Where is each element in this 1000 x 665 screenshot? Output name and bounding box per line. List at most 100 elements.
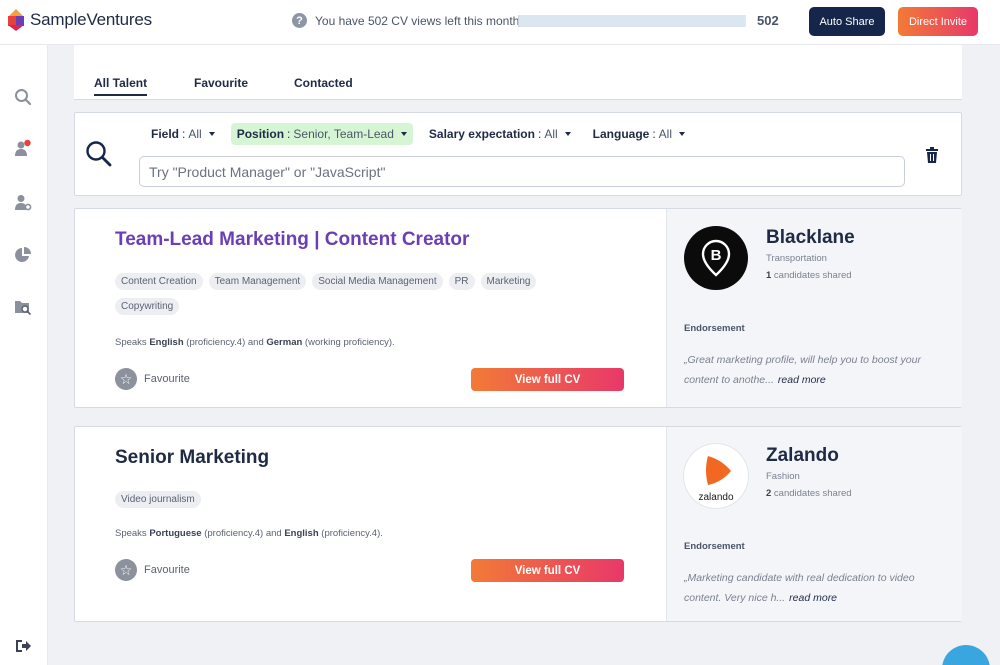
candidates-shared: 2 candidates shared (766, 488, 852, 499)
language-level: (working proficiency). (302, 337, 395, 348)
search-icon[interactable] (14, 88, 32, 106)
skill-tag: Team Management (208, 273, 307, 290)
talent-card-main: Senior Marketing Video journalism Speaks… (75, 427, 666, 621)
filter-position[interactable]: Position: Senior, Team-Lead (230, 123, 413, 145)
favourite-button[interactable]: ☆ Favourite (115, 559, 190, 581)
talent-card-main: Team-Lead Marketing | Content Creator Co… (75, 209, 666, 407)
skill-tag: PR (448, 273, 475, 290)
endorsement-label: Endorsement (684, 323, 745, 334)
zalando-logo: zalando (684, 444, 748, 508)
filter-salary-name: Salary expectation (428, 127, 535, 141)
filter-language-value: All (658, 127, 673, 141)
talent-card: Team-Lead Marketing | Content Creator Co… (74, 208, 962, 408)
favourite-button[interactable]: ☆ Favourite (115, 368, 190, 390)
filter-field[interactable]: Field: All (145, 123, 221, 145)
language-level: (proficiency.4) and (201, 528, 285, 539)
endorsement-label: Endorsement (684, 541, 745, 552)
logout-icon[interactable] (14, 637, 32, 655)
company-panel: zalando Zalando Fashion 2 candidates sha… (666, 427, 962, 621)
language-name: English (149, 337, 184, 348)
language-name: German (266, 337, 303, 348)
brand-logo-icon (8, 9, 24, 31)
languages-text: Speaks Portuguese (proficiency.4) and En… (115, 528, 383, 539)
star-icon: ☆ (115, 368, 137, 390)
tab-favourite[interactable]: Favourite (194, 76, 248, 90)
talent-card: Senior Marketing Video journalism Speaks… (74, 426, 962, 622)
view-cv-button[interactable]: View full CV (471, 368, 624, 391)
chevron-down-icon (679, 132, 686, 136)
shared-text: candidates shared (771, 488, 852, 499)
filter-salary-value: All (544, 127, 558, 141)
filter-panel: Field: All Position: Senior, Team-Lead S… (74, 112, 962, 196)
read-more-link[interactable]: read more (789, 592, 837, 604)
endorsement-text: „Great marketing profile, will help you … (684, 350, 934, 390)
languages-text: Speaks English (proficiency.4) and Germa… (115, 337, 395, 348)
speaks-prefix: Speaks (115, 337, 150, 348)
speaks-prefix: Speaks (115, 528, 150, 539)
brand-logo[interactable]: SampleVentures (8, 9, 152, 31)
endorsement-text: „Marketing candidate with real dedicatio… (684, 568, 934, 608)
candidates-shared: 1 candidates shared (766, 270, 852, 281)
user-settings-icon[interactable] (14, 193, 32, 211)
company-name[interactable]: Zalando (766, 445, 839, 467)
auto-share-button[interactable]: Auto Share (809, 7, 885, 36)
filter-language[interactable]: Language: All (587, 123, 691, 145)
direct-invite-button[interactable]: Direct Invite (898, 7, 978, 36)
blacklane-logo: B (684, 226, 748, 290)
top-bar: SampleVentures ? You have 502 CV views l… (0, 0, 1000, 45)
cv-views-info: ? You have 502 CV views left this month (292, 13, 519, 28)
chevron-down-icon (208, 132, 215, 136)
user-notification-icon[interactable] (14, 139, 32, 157)
tab-contacted[interactable]: Contacted (294, 76, 353, 90)
filter-field-value: All (188, 127, 202, 141)
pie-chart-icon[interactable] (14, 246, 32, 264)
view-cv-button[interactable]: View full CV (471, 559, 624, 582)
skill-tag: Video journalism (115, 491, 201, 508)
talent-tabs: All Talent Favourite Contacted (74, 45, 962, 100)
search-icon (85, 140, 113, 168)
language-name: English (284, 528, 319, 539)
company-panel: B Blacklane Transportation 1 candidates … (666, 209, 962, 407)
skill-tag: Copywriting (115, 298, 180, 315)
help-icon[interactable]: ? (292, 13, 307, 28)
filter-position-value: Senior, Team-Lead (293, 127, 394, 141)
skill-tag: Content Creation (115, 273, 203, 290)
company-name[interactable]: Blacklane (766, 227, 855, 249)
sidebar (0, 45, 48, 665)
filter-row: Field: All Position: Senior, Team-Lead S… (145, 123, 691, 145)
logo-text: zalando (698, 492, 733, 503)
chevron-down-icon (400, 132, 407, 136)
job-title[interactable]: Senior Marketing (115, 447, 269, 469)
skill-tags: Video journalism (115, 491, 595, 508)
cv-views-text: You have 502 CV views left this month (315, 13, 520, 28)
chevron-down-icon (564, 132, 571, 136)
skill-tags: Content Creation Team Management Social … (115, 273, 595, 315)
search-input[interactable] (139, 156, 905, 187)
folder-search-icon[interactable] (14, 298, 32, 316)
company-industry: Fashion (766, 471, 800, 482)
job-title[interactable]: Team-Lead Marketing | Content Creator (115, 229, 469, 251)
cv-views-progress-bar (518, 15, 746, 27)
chat-button[interactable] (942, 645, 990, 665)
filter-language-name: Language (592, 127, 650, 141)
read-more-link[interactable]: read more (778, 374, 826, 386)
logo-letter: B (711, 247, 722, 264)
tab-all-talent[interactable]: All Talent (94, 76, 148, 96)
skill-tag: Social Media Management (312, 273, 443, 290)
brand-name: SampleVentures (30, 10, 152, 29)
trash-icon[interactable] (925, 147, 939, 163)
filter-position-name: Position (236, 127, 285, 141)
favourite-label: Favourite (144, 373, 190, 385)
favourite-label: Favourite (144, 564, 190, 576)
language-level: (proficiency.4) and (183, 337, 267, 348)
skill-tag: Marketing (480, 273, 537, 290)
cv-views-progress-fill (519, 15, 744, 27)
filter-field-name: Field (151, 127, 180, 141)
star-icon: ☆ (115, 559, 137, 581)
cv-views-count: 502 (757, 13, 779, 28)
company-industry: Transportation (766, 253, 827, 264)
shared-text: candidates shared (771, 270, 852, 281)
language-level: (proficiency.4). (318, 528, 383, 539)
language-name: Portuguese (149, 528, 202, 539)
filter-salary[interactable]: Salary expectation: All (423, 123, 577, 145)
